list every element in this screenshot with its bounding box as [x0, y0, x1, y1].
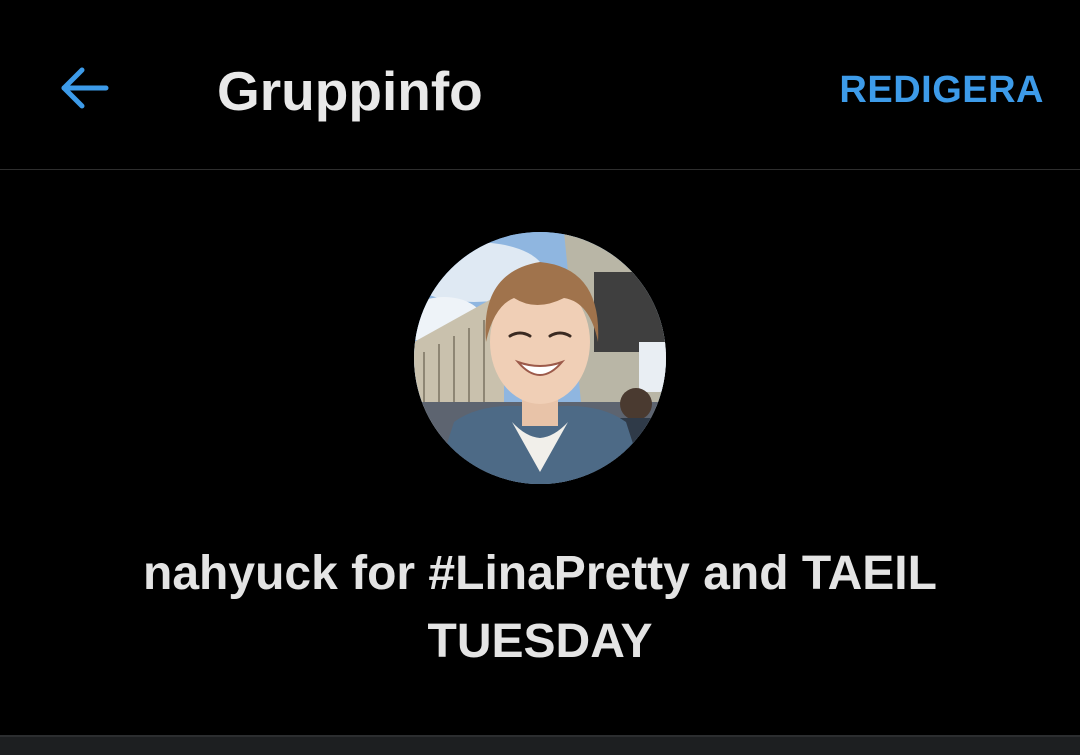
page-title: Gruppinfo: [217, 60, 483, 122]
group-avatar[interactable]: [414, 232, 666, 484]
edit-button[interactable]: REDIGERA: [839, 62, 1044, 118]
group-avatar-photo: [414, 232, 666, 484]
app-bar: Gruppinfo REDIGERA: [0, 0, 1080, 170]
back-button[interactable]: [38, 48, 130, 128]
group-name: nahyuck for #LinaPretty and TAEIL TUESDA…: [143, 547, 937, 668]
group-info-screen: Gruppinfo REDIGERA nahyuck for #LinaPret…: [0, 0, 1080, 755]
section-divider: [0, 735, 1080, 755]
arrow-left-icon: [61, 67, 109, 109]
